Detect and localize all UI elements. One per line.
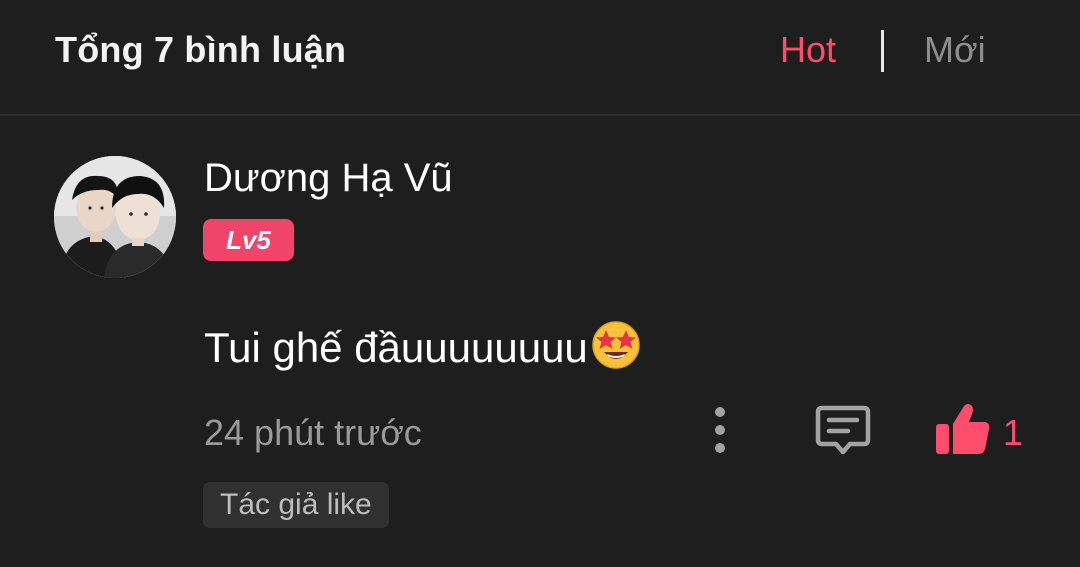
header-divider xyxy=(0,114,1080,116)
comment-icon xyxy=(815,405,871,455)
author-liked-badge: Tác giả like xyxy=(203,482,389,528)
comment-timestamp: 24 phút trước xyxy=(204,412,422,453)
comment-body: Tui ghế đầuuuuuuuu xyxy=(204,318,642,375)
reply-button[interactable] xyxy=(812,400,874,462)
like-count: 1 xyxy=(1003,412,1024,453)
comment-username[interactable]: Dương Hạ Vũ xyxy=(204,153,453,203)
sort-new-tab[interactable]: Mới xyxy=(924,26,986,74)
comments-screen: Tổng 7 bình luận Hot Mới Dương Hạ Vũ Lv5… xyxy=(0,0,1080,567)
avatar[interactable] xyxy=(54,156,176,278)
sort-separator xyxy=(881,30,884,72)
sort-hot-tab[interactable]: Hot xyxy=(780,26,836,74)
more-options-button[interactable] xyxy=(700,404,740,460)
more-vertical-icon xyxy=(715,407,725,453)
thumbs-up-icon xyxy=(936,404,990,454)
comments-count-title: Tổng 7 bình luận xyxy=(55,29,347,70)
star-struck-emoji-icon xyxy=(592,321,640,369)
avatar-photo xyxy=(54,156,176,278)
like-button[interactable] xyxy=(932,400,994,462)
level-badge: Lv5 xyxy=(203,219,294,261)
comment-text: Tui ghế đầuuuuuuuu xyxy=(204,324,588,371)
comments-header: Tổng 7 bình luận Hot Mới xyxy=(0,0,1080,114)
